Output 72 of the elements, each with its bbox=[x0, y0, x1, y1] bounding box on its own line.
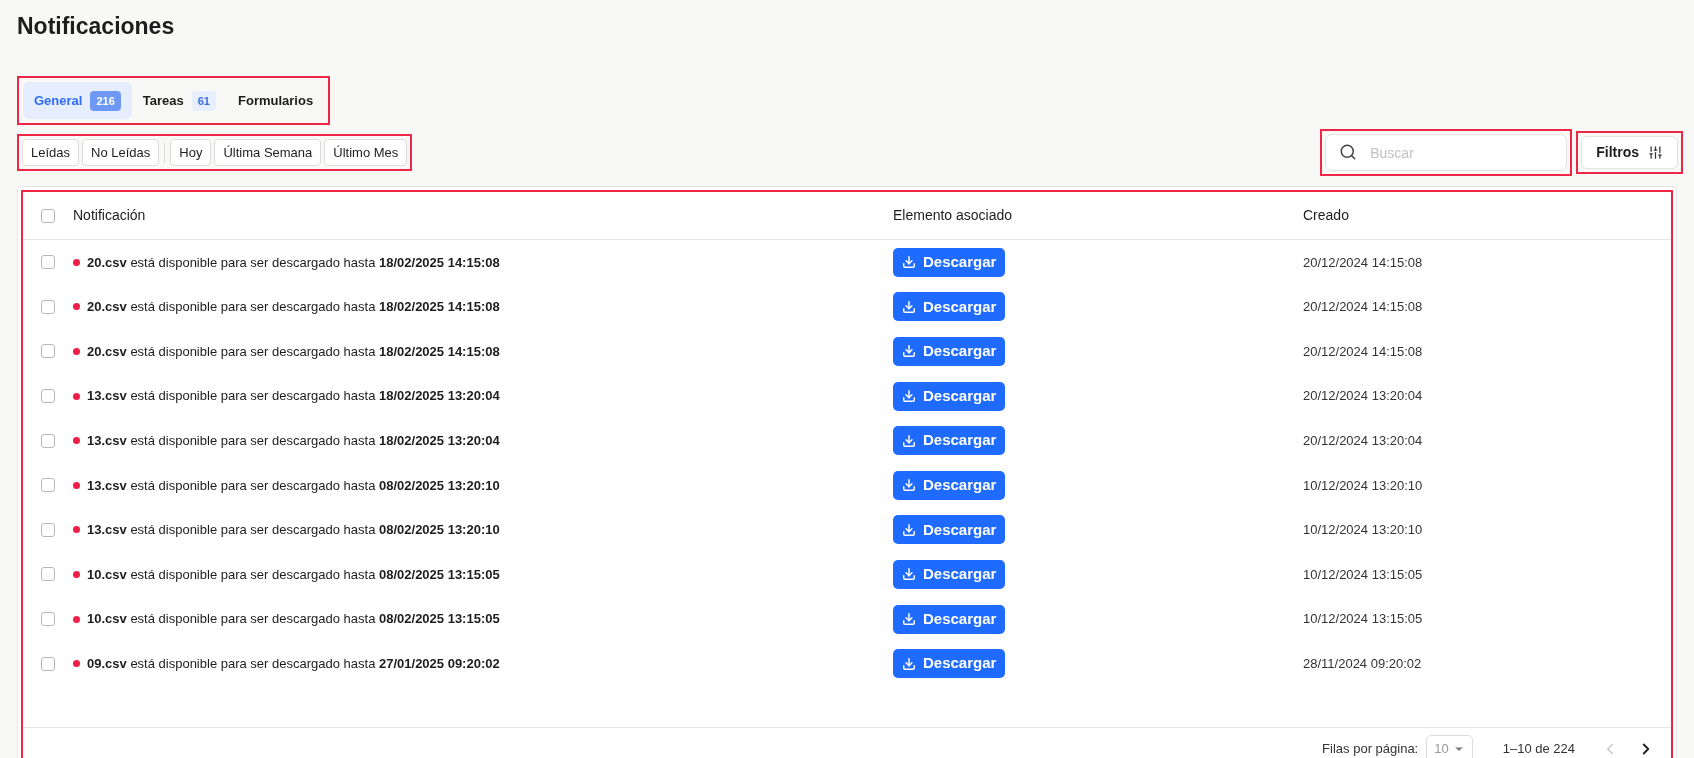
download-icon bbox=[902, 389, 916, 404]
notification-text: 20.csv está disponible para ser descargado hasta 18/02/2025 14:15:08 bbox=[87, 342, 500, 361]
notification-text: 20.csv está disponible para ser descargado hasta 18/02/2025 14:15:08 bbox=[87, 298, 500, 317]
download-button[interactable]: Descargar bbox=[893, 381, 1006, 411]
column-header: Elemento asociado bbox=[893, 206, 1014, 225]
notification-text: 13.csv está disponible para ser descargado hasta 18/02/2025 13:20:04 bbox=[87, 387, 500, 406]
download-button[interactable]: Descargar bbox=[893, 649, 1006, 679]
checkbox[interactable] bbox=[41, 299, 55, 314]
column-header: Creado bbox=[1303, 206, 1349, 225]
filters-button[interactable]: Filtros bbox=[1581, 136, 1678, 169]
notification-text: 13.csv está disponible para ser descargado hasta 08/02/2025 13:20:10 bbox=[87, 476, 500, 495]
download-button[interactable]: Descargar bbox=[893, 604, 1006, 634]
checkbox[interactable] bbox=[41, 433, 55, 448]
download-icon bbox=[902, 656, 916, 671]
download-button[interactable]: Descargar bbox=[893, 559, 1006, 589]
download-button[interactable]: Descargar bbox=[893, 515, 1006, 545]
download-icon bbox=[902, 478, 916, 493]
count-badge: 216 bbox=[90, 90, 121, 111]
created-date: 20/12/2024 14:15:08 bbox=[1303, 342, 1423, 361]
created-date: 10/12/2024 13:15:05 bbox=[1303, 565, 1423, 584]
download-button[interactable]: Descargar bbox=[893, 426, 1006, 456]
download-icon bbox=[902, 433, 916, 448]
page-range: 1–10 de 224 bbox=[1502, 740, 1575, 758]
filter-chip[interactable]: No Leídas bbox=[82, 139, 160, 166]
download-icon bbox=[902, 255, 916, 270]
checkbox[interactable] bbox=[41, 656, 55, 671]
created-date: 20/12/2024 13:20:04 bbox=[1303, 387, 1423, 406]
download-button[interactable]: Descargar bbox=[893, 470, 1006, 500]
filter-chip[interactable]: Último Mes bbox=[324, 139, 408, 166]
checkbox[interactable] bbox=[41, 208, 55, 223]
checkbox[interactable] bbox=[41, 612, 55, 627]
created-date: 20/12/2024 14:15:08 bbox=[1303, 298, 1423, 317]
download-icon bbox=[902, 344, 916, 359]
search-icon bbox=[1339, 143, 1358, 161]
rows-per-page-label: Filas por página: bbox=[1322, 740, 1419, 758]
checkbox[interactable] bbox=[41, 567, 55, 582]
created-date: 20/12/2024 13:20:04 bbox=[1303, 431, 1423, 450]
download-icon bbox=[902, 522, 916, 537]
checkbox[interactable] bbox=[41, 255, 55, 270]
download-icon bbox=[902, 299, 916, 314]
rows-per-page-select[interactable]: 10 bbox=[1426, 734, 1473, 758]
filter-chip[interactable]: Leídas bbox=[22, 139, 80, 166]
notification-text: 13.csv está disponible para ser descargado hasta 08/02/2025 13:20:10 bbox=[87, 521, 500, 540]
download-icon bbox=[902, 567, 916, 582]
download-icon bbox=[902, 612, 916, 627]
notification-text: 10.csv está disponible para ser descargado hasta 08/02/2025 13:15:05 bbox=[87, 565, 500, 584]
sliders-icon bbox=[1648, 145, 1663, 160]
created-date: 28/11/2024 09:20:02 bbox=[1303, 654, 1422, 673]
created-date: 10/12/2024 13:15:05 bbox=[1303, 610, 1423, 629]
tab[interactable]: Formularios bbox=[227, 82, 325, 119]
checkbox[interactable] bbox=[41, 344, 55, 359]
notification-text: 13.csv está disponible para ser descargado hasta 18/02/2025 13:20:04 bbox=[87, 431, 500, 450]
created-date: 10/12/2024 13:20:10 bbox=[1303, 476, 1423, 495]
column-header: Notificación bbox=[73, 206, 147, 225]
notification-text: 10.csv está disponible para ser descargado hasta 08/02/2025 13:15:05 bbox=[87, 610, 500, 629]
filter-chip[interactable]: Hoy bbox=[170, 139, 212, 166]
notification-text: 09.csv está disponible para ser descargado hasta 27/01/2025 09:20:02 bbox=[87, 654, 500, 673]
notification-text: 20.csv está disponible para ser descargado hasta 18/02/2025 14:15:08 bbox=[87, 253, 500, 272]
page-title: Notificaciones bbox=[17, 12, 176, 41]
checkbox[interactable] bbox=[41, 522, 55, 537]
checkbox[interactable] bbox=[41, 478, 55, 493]
tab[interactable]: General 216 bbox=[23, 82, 132, 119]
tab[interactable]: Tareas 61 bbox=[131, 82, 227, 119]
download-button[interactable]: Descargar bbox=[893, 337, 1006, 366]
search-field[interactable]: Buscar bbox=[1325, 134, 1568, 171]
download-button[interactable]: Descargar bbox=[893, 247, 1006, 277]
filter-chip[interactable]: Última Semana bbox=[214, 139, 322, 166]
created-date: 20/12/2024 14:15:08 bbox=[1303, 253, 1423, 272]
download-button[interactable]: Descargar bbox=[893, 292, 1006, 322]
count-badge: 61 bbox=[191, 90, 216, 111]
checkbox[interactable] bbox=[41, 389, 55, 404]
created-date: 10/12/2024 13:20:10 bbox=[1303, 521, 1423, 540]
